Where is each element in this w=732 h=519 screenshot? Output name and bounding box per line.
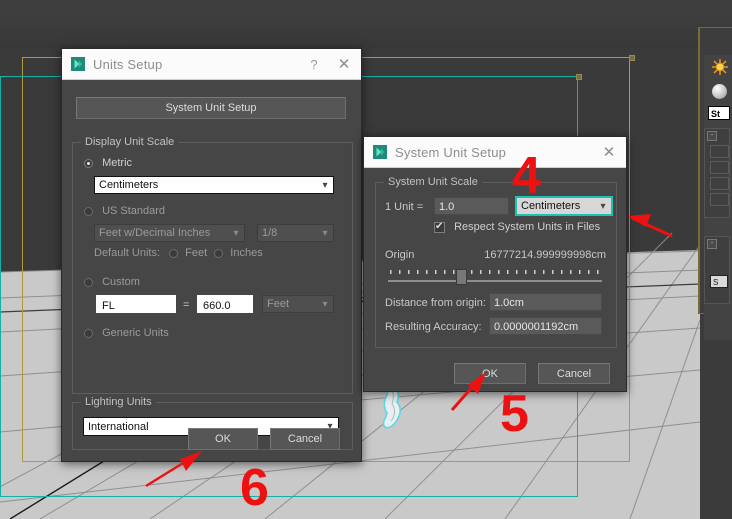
origin-slider[interactable]	[388, 269, 602, 285]
custom-radio-row[interactable]: Custom	[84, 276, 140, 288]
chevron-down-icon[interactable]: ▾	[317, 299, 333, 310]
default-units-row[interactable]: Default Units: Feet Inches	[94, 247, 263, 259]
frame-handle[interactable]	[576, 74, 582, 80]
us-standard-format-value: Feet w/Decimal Inches	[99, 227, 211, 239]
custom-amount-field[interactable]: 660.0	[197, 295, 253, 313]
respect-system-units-checkbox[interactable]	[434, 221, 445, 233]
resulting-accuracy-field[interactable]: 0.0000001192cm	[489, 317, 602, 335]
chevron-down-icon[interactable]: ▾	[228, 228, 244, 239]
system-unit-scale-group: System Unit Scale 1 Unit = 1.0 Centimete…	[375, 176, 617, 348]
command-panel[interactable]: St - - S	[698, 27, 732, 340]
display-unit-scale-label: Display Unit Scale	[81, 136, 179, 148]
rollout-row	[710, 145, 729, 158]
system-unit-setup-button[interactable]: System Unit Setup	[76, 97, 346, 119]
custom-name-field[interactable]: FL	[96, 295, 176, 313]
system-unit-setup-title: System Unit Setup	[395, 144, 507, 160]
max-logo-icon	[373, 145, 387, 159]
sphere-icon[interactable]	[712, 84, 727, 99]
us-standard-radio[interactable]	[84, 206, 93, 216]
max-logo-icon	[71, 57, 85, 71]
custom-equals-label: =	[183, 299, 190, 311]
metric-label: Metric	[102, 157, 133, 170]
system-unit-setup-cancel-button[interactable]: Cancel	[538, 363, 610, 384]
system-unit-scale-label: System Unit Scale	[384, 176, 482, 188]
rollout-row	[710, 193, 729, 206]
metric-radio[interactable]	[84, 158, 93, 168]
default-units-feet-label: Feet	[185, 247, 208, 260]
system-unit-setup-titlebar[interactable]: System Unit Setup ✕	[364, 137, 626, 168]
generic-units-radio[interactable]	[84, 328, 93, 338]
distance-from-origin-field[interactable]: 1.0cm	[489, 293, 602, 311]
origin-label: Origin	[385, 249, 415, 261]
respect-system-units-label: Respect System Units in Files	[454, 221, 601, 234]
rollout-collapse-icon[interactable]: -	[707, 131, 717, 141]
lighting-units-label: Lighting Units	[81, 396, 156, 408]
annotation-step-4: 4	[512, 147, 541, 205]
annotation-step-6: 6	[240, 459, 269, 517]
metric-unit-value: Centimeters	[99, 179, 159, 191]
default-units-inches-label: Inches	[230, 247, 263, 260]
resulting-accuracy-label: Resulting Accuracy:	[385, 321, 482, 333]
us-standard-fraction-value: 1/8	[262, 227, 278, 239]
metric-unit-select[interactable]: Centimeters ▾	[94, 176, 334, 194]
generic-units-label: Generic Units	[102, 327, 169, 340]
units-setup-cancel-button[interactable]: Cancel	[270, 428, 340, 450]
system-unit-setup-body: System Unit Scale 1 Unit = 1.0 Centimete…	[364, 168, 626, 392]
chevron-down-icon[interactable]: ▾	[595, 201, 611, 212]
sun-icon[interactable]	[712, 59, 728, 75]
custom-unit-select[interactable]: Feet ▾	[262, 295, 334, 313]
annotation-step-5: 5	[500, 385, 529, 443]
custom-label: Custom	[102, 276, 140, 289]
us-standard-format-select[interactable]: Feet w/Decimal Inches ▾	[94, 224, 245, 242]
generic-units-radio-row[interactable]: Generic Units	[84, 327, 169, 339]
custom-radio[interactable]	[84, 277, 93, 287]
units-setup-dialog[interactable]: Units Setup ? ✕ System Unit Setup Displa…	[61, 48, 362, 462]
us-standard-label: US Standard	[102, 205, 166, 218]
chevron-down-icon[interactable]: ▾	[317, 228, 333, 239]
units-setup-ok-button[interactable]: OK	[188, 428, 258, 450]
us-standard-radio-row[interactable]: US Standard	[84, 205, 165, 217]
command-panel-sub-field[interactable]: S	[710, 275, 728, 288]
command-panel-rollout-1[interactable]: -	[704, 128, 730, 218]
help-button[interactable]: ?	[301, 57, 327, 72]
command-panel-rollout-2[interactable]: -	[704, 236, 730, 304]
system-unit-setup-ok-button[interactable]: OK	[454, 363, 526, 384]
metric-radio-row[interactable]: Metric	[84, 157, 132, 169]
distance-from-origin-label: Distance from origin:	[385, 297, 486, 309]
one-unit-value-field[interactable]: 1.0	[434, 197, 509, 215]
display-unit-scale-group: Display Unit Scale Metric Centimeters ▾ …	[72, 136, 353, 394]
rollout-row	[710, 161, 729, 174]
rollout-collapse-icon[interactable]: -	[707, 239, 717, 249]
system-unit-setup-dialog[interactable]: System Unit Setup ✕ System Unit Scale 1 …	[363, 136, 627, 392]
default-units-inches-radio[interactable]	[214, 248, 224, 258]
close-icon[interactable]: ✕	[327, 55, 361, 73]
units-setup-title: Units Setup	[93, 56, 163, 72]
chevron-down-icon[interactable]: ▾	[317, 180, 333, 191]
rollout-row	[710, 177, 729, 190]
us-standard-fraction-select[interactable]: 1/8 ▾	[257, 224, 334, 242]
command-panel-name-field[interactable]: St	[708, 106, 730, 120]
one-unit-label: 1 Unit =	[385, 201, 424, 213]
origin-slider-thumb[interactable]	[456, 269, 467, 285]
frame-handle[interactable]	[629, 55, 635, 61]
units-setup-body: System Unit Setup Display Unit Scale Met…	[62, 80, 361, 461]
default-units-feet-radio[interactable]	[169, 248, 179, 258]
units-setup-titlebar[interactable]: Units Setup ? ✕	[62, 49, 361, 80]
respect-system-units-row[interactable]: Respect System Units in Files	[434, 221, 600, 233]
origin-value: 16777214.999999998cm	[484, 249, 606, 261]
close-icon[interactable]: ✕	[592, 143, 626, 161]
custom-unit-value: Feet	[267, 298, 290, 310]
default-units-label: Default Units:	[94, 247, 161, 259]
origin-slider-ticks	[388, 270, 602, 282]
